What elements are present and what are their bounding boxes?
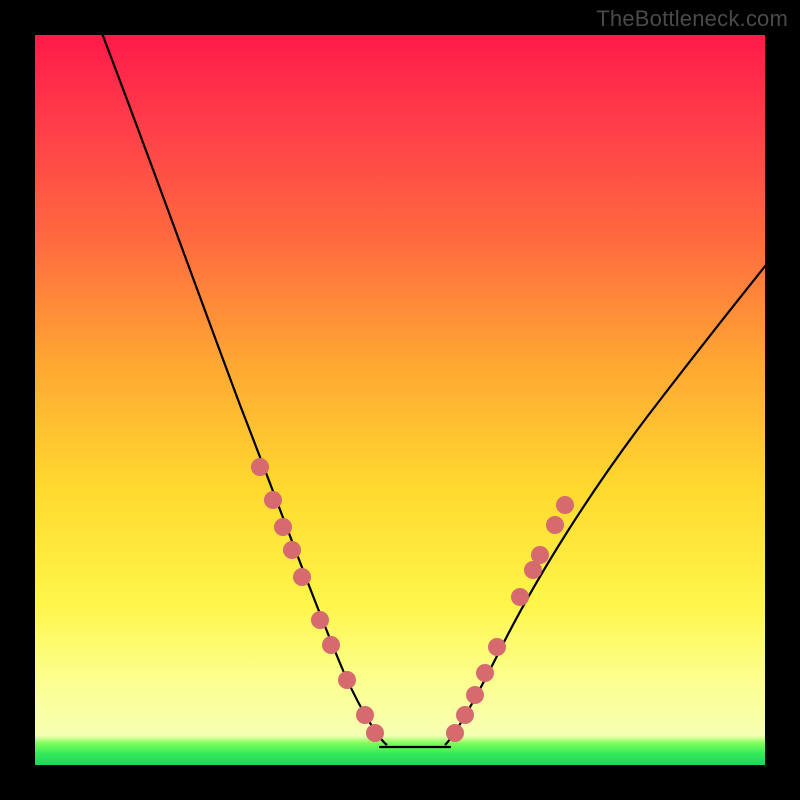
dot-right — [488, 638, 506, 656]
dot-left — [338, 671, 356, 689]
plot-area — [35, 35, 765, 765]
chart-frame: TheBottleneck.com — [0, 0, 800, 800]
dot-left — [274, 518, 292, 536]
dot-left — [311, 611, 329, 629]
dot-left — [366, 724, 384, 742]
dot-right — [531, 546, 549, 564]
dot-right — [546, 516, 564, 534]
dot-right — [466, 686, 484, 704]
dot-right — [511, 588, 529, 606]
dot-right — [556, 496, 574, 514]
curve-left-branch — [95, 35, 387, 745]
dot-left — [322, 636, 340, 654]
dot-left — [293, 568, 311, 586]
dot-right — [456, 706, 474, 724]
bottleneck-curve — [35, 35, 765, 765]
dot-left — [356, 706, 374, 724]
dot-right — [446, 724, 464, 742]
dot-right — [476, 664, 494, 682]
dot-left — [264, 491, 282, 509]
dot-left — [251, 458, 269, 476]
watermark-text: TheBottleneck.com — [596, 6, 788, 32]
dot-left — [283, 541, 301, 559]
